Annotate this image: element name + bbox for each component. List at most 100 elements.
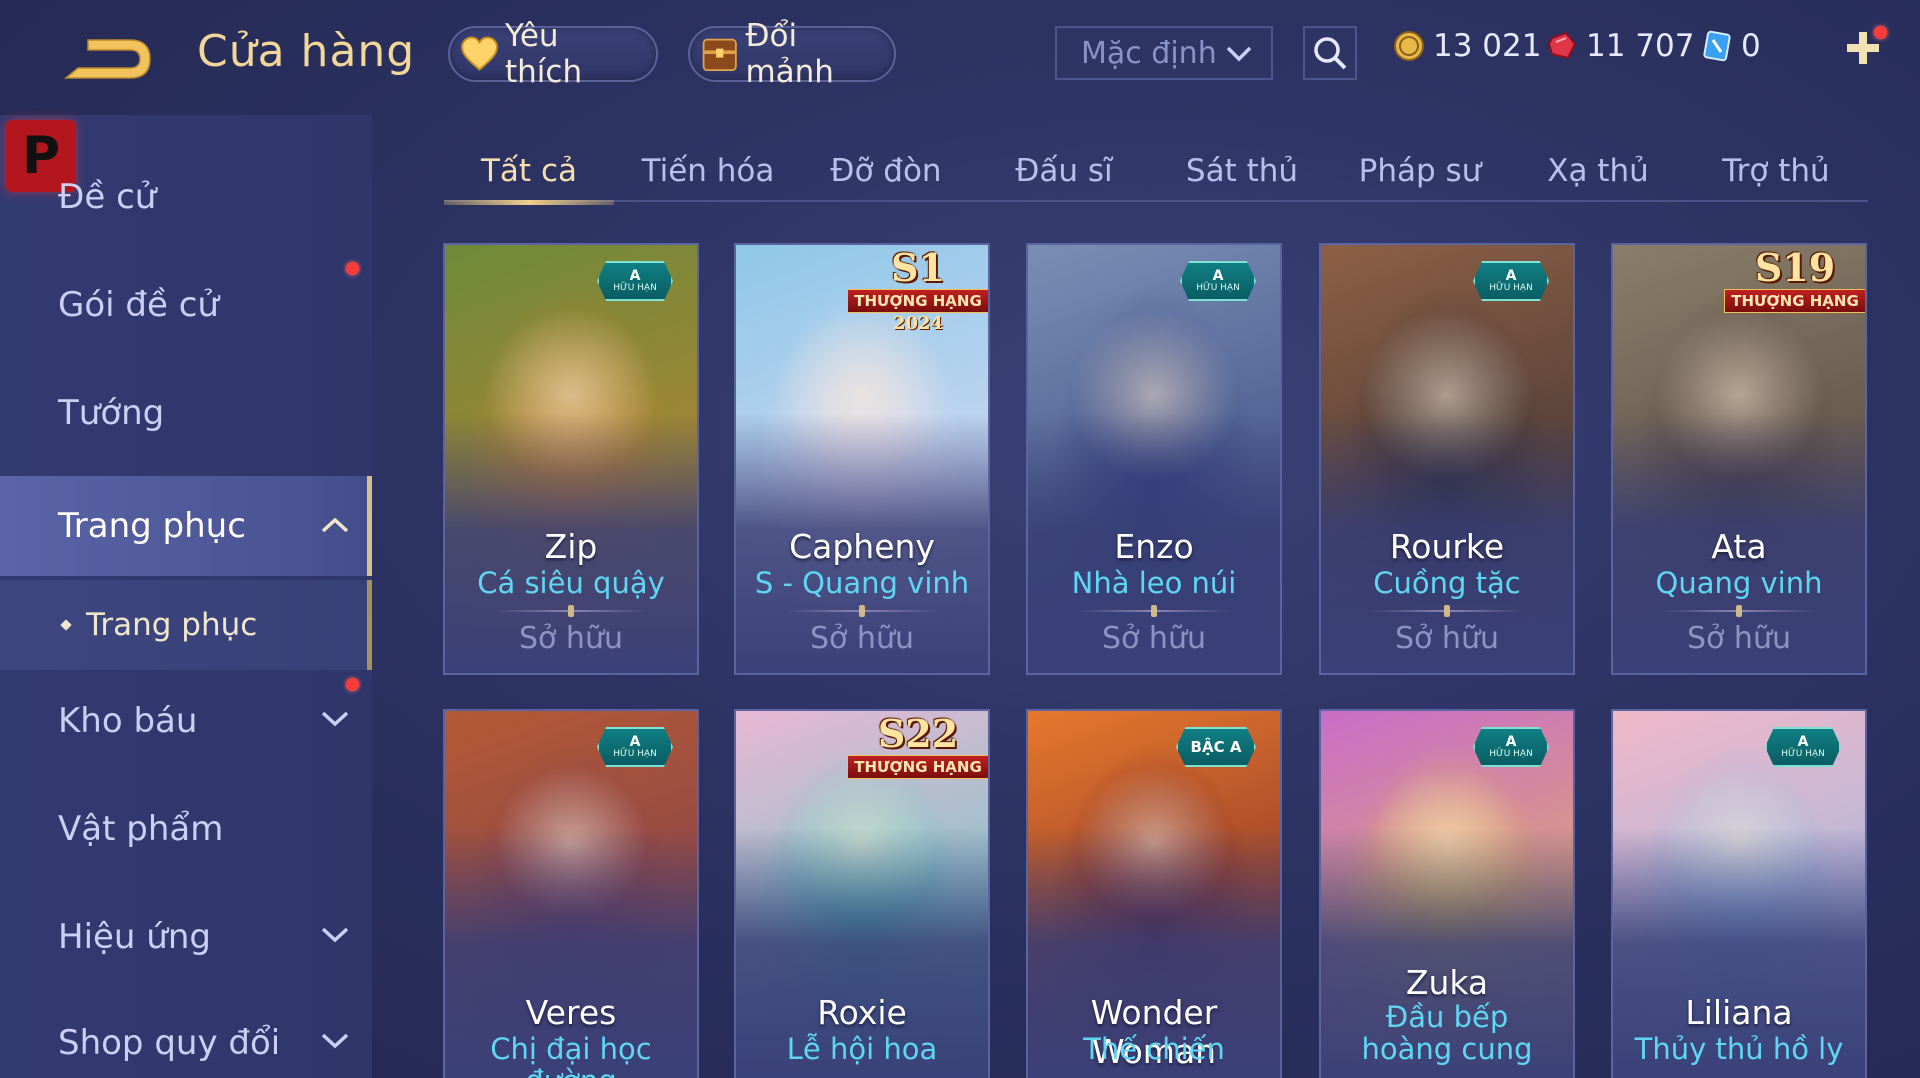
rank-badge-tier: BẬC A: [1176, 727, 1256, 767]
ruby-gem-icon: [1547, 31, 1577, 60]
favorites-button[interactable]: Yêu thích: [448, 18, 658, 90]
skin-card[interactable]: S22 THƯỢNG HẠNG Roxie Lễ hội hoa: [734, 709, 990, 1078]
voucher-currency: 0: [1701, 28, 1761, 64]
search-icon: [1314, 37, 1347, 70]
fragment-exchange-label: Đổi mảnh: [745, 18, 834, 90]
chevron-down-icon: [1226, 46, 1252, 62]
skin-card[interactable]: A HỮU HẠN Enzo Nhà leo núi Sở hữu: [1026, 243, 1282, 675]
page-title: Cửa hàng: [197, 26, 416, 77]
sidebar-subitem-skins[interactable]: Trang phục: [0, 580, 372, 670]
skin-name: Chị đại học đường: [490, 1032, 652, 1078]
skin-card[interactable]: S19 THƯỢNG HẠNG Ata Quang vinh Sở hữu: [1611, 243, 1867, 675]
rank-badge-limited: A HỮU HẠN: [1473, 261, 1549, 301]
hero-name: Zip: [544, 527, 598, 566]
sidebar-item-heroes[interactable]: Tướng: [0, 368, 372, 458]
divider: [1663, 610, 1815, 612]
sort-dropdown[interactable]: Mặc định: [1055, 26, 1273, 80]
category-tabs: Tất cả Tiến hóa Đỡ đòn Đấu sĩ Sát thủ Ph…: [444, 140, 1868, 205]
hero-name: Ata: [1711, 527, 1767, 566]
hero-name: Capheny: [789, 527, 935, 566]
skin-name: Thế chiến: [1083, 1032, 1225, 1066]
notification-dot: [346, 262, 359, 275]
chevron-down-icon: [321, 927, 349, 943]
skin-name: Lễ hội hoa: [786, 1032, 938, 1066]
tab-mage[interactable]: Pháp sư: [1334, 140, 1506, 202]
sidebar-item-treasure[interactable]: Kho báu: [0, 676, 372, 766]
divider: [495, 610, 647, 612]
chevron-down-icon: [321, 711, 349, 727]
rank-badge-limited: A HỮU HẠN: [1180, 261, 1256, 301]
back-arrow-icon[interactable]: [58, 32, 154, 86]
skin-name: Cuồng tặc: [1373, 566, 1521, 600]
hero-name: Veres: [525, 993, 617, 1032]
sort-selected-value: Mặc định: [1081, 35, 1217, 71]
sidebar-item-label: Gói đề cử: [58, 285, 219, 325]
skin-card[interactable]: A HỮU HẠN Rourke Cuồng tặc Sở hữu: [1319, 243, 1575, 675]
skin-card[interactable]: A HỮU HẠN Zip Cá siêu quậy Sở hữu: [443, 243, 699, 675]
season-rank-badge: S22 THƯỢNG HẠNG: [847, 711, 988, 803]
skin-name: Quang vinh: [1655, 566, 1823, 600]
hero-name: Zuka: [1405, 963, 1489, 1002]
rank-badge-limited: A HỮU HẠN: [597, 261, 673, 301]
owned-status: Sở hữu: [1395, 621, 1499, 656]
skin-name: Nhà leo núi: [1071, 566, 1237, 600]
tab-marksman[interactable]: Xạ thủ: [1512, 140, 1684, 202]
top-bar: Cửa hàng Yêu thích Đổi mảnh Mặc định 13: [0, 0, 1920, 110]
skin-card[interactable]: A HỮU HẠN Liliana Thủy thủ hồ ly: [1611, 709, 1867, 1078]
hero-name: Enzo: [1114, 527, 1194, 566]
tab-evolution[interactable]: Tiến hóa: [622, 140, 794, 202]
notification-dot: [1874, 26, 1887, 39]
search-button[interactable]: [1303, 26, 1357, 80]
treasure-chest-icon: [702, 38, 737, 72]
tab-all[interactable]: Tất cả: [444, 140, 614, 205]
ruby-amount: 11 707: [1586, 28, 1695, 64]
fragment-exchange-button[interactable]: Đổi mảnh: [688, 18, 896, 90]
rank-badge-limited: A HỮU HẠN: [597, 727, 673, 767]
tab-fighter[interactable]: Đấu sĩ: [978, 140, 1150, 202]
gold-currency: 13 021: [1393, 28, 1541, 64]
hero-name: Roxie: [817, 993, 907, 1032]
sidebar-item-featured-packs[interactable]: Gói đề cử: [0, 260, 372, 350]
skin-name: Cá siêu quậy: [477, 566, 665, 600]
chevron-down-icon: [321, 1033, 349, 1049]
sidebar-item-exchange-shop[interactable]: Shop quy đổi: [0, 998, 372, 1078]
sidebar-item-items[interactable]: Vật phẩm: [0, 784, 372, 874]
heart-icon: [460, 36, 499, 71]
skin-card[interactable]: BẬC A Wonder Woman Thế chiến: [1026, 709, 1282, 1078]
sidebar-item-skins[interactable]: Trang phục: [0, 476, 372, 576]
favorites-label: Yêu thích: [505, 18, 583, 90]
divider: [1078, 610, 1230, 612]
sidebar-item-label: Vật phẩm: [58, 809, 224, 849]
sidebar-item-label: Hiệu ứng: [58, 917, 211, 957]
sidebar-item-featured[interactable]: Đề cử: [0, 152, 372, 242]
tab-support[interactable]: Trợ thủ: [1690, 140, 1862, 202]
voucher-amount: 0: [1741, 28, 1761, 64]
sidebar-item-label: Kho báu: [58, 701, 198, 741]
tab-tank[interactable]: Đỡ đòn: [800, 140, 972, 202]
owned-status: Sở hữu: [1102, 621, 1206, 656]
hero-name: Liliana: [1685, 993, 1793, 1032]
season-rank-badge: S19 THƯỢNG HẠNG: [1724, 245, 1865, 337]
rank-badge-limited: A HỮU HẠN: [1473, 727, 1549, 767]
divider: [1371, 610, 1523, 612]
hero-name: Rourke: [1389, 527, 1505, 566]
skin-name: Thủy thủ hồ ly: [1634, 1032, 1844, 1066]
divider: [786, 610, 938, 612]
gold-coin-icon: [1394, 31, 1424, 61]
tab-assassin[interactable]: Sát thủ: [1156, 140, 1328, 202]
sidebar-item-label: Đề cử: [58, 177, 157, 217]
skin-card[interactable]: A HỮU HẠN Veres Chị đại học đường: [443, 709, 699, 1078]
sidebar-item-effects[interactable]: Hiệu ứng: [0, 892, 372, 982]
skin-name: S - Quang vinh: [754, 566, 970, 600]
skin-name: Đầu bếp hoàng cung: [1361, 1000, 1533, 1066]
skin-card[interactable]: A HỮU HẠN Zuka Đầu bếp hoàng cung: [1319, 709, 1575, 1078]
skin-card[interactable]: S1 THƯỢNG HẠNG 2024 Capheny S - Quang vi…: [734, 243, 990, 675]
gold-amount: 13 021: [1433, 28, 1542, 64]
ruby-currency: 11 707: [1546, 28, 1694, 64]
sidebar-item-label: Trang phục: [58, 506, 246, 546]
owned-status: Sở hữu: [810, 621, 914, 656]
chevron-up-icon: [321, 517, 349, 533]
sidebar-subitem-label: Trang phục: [86, 607, 258, 643]
voucher-ticket-icon: [1703, 30, 1731, 62]
sidebar-item-label: Shop quy đổi: [58, 1023, 281, 1063]
